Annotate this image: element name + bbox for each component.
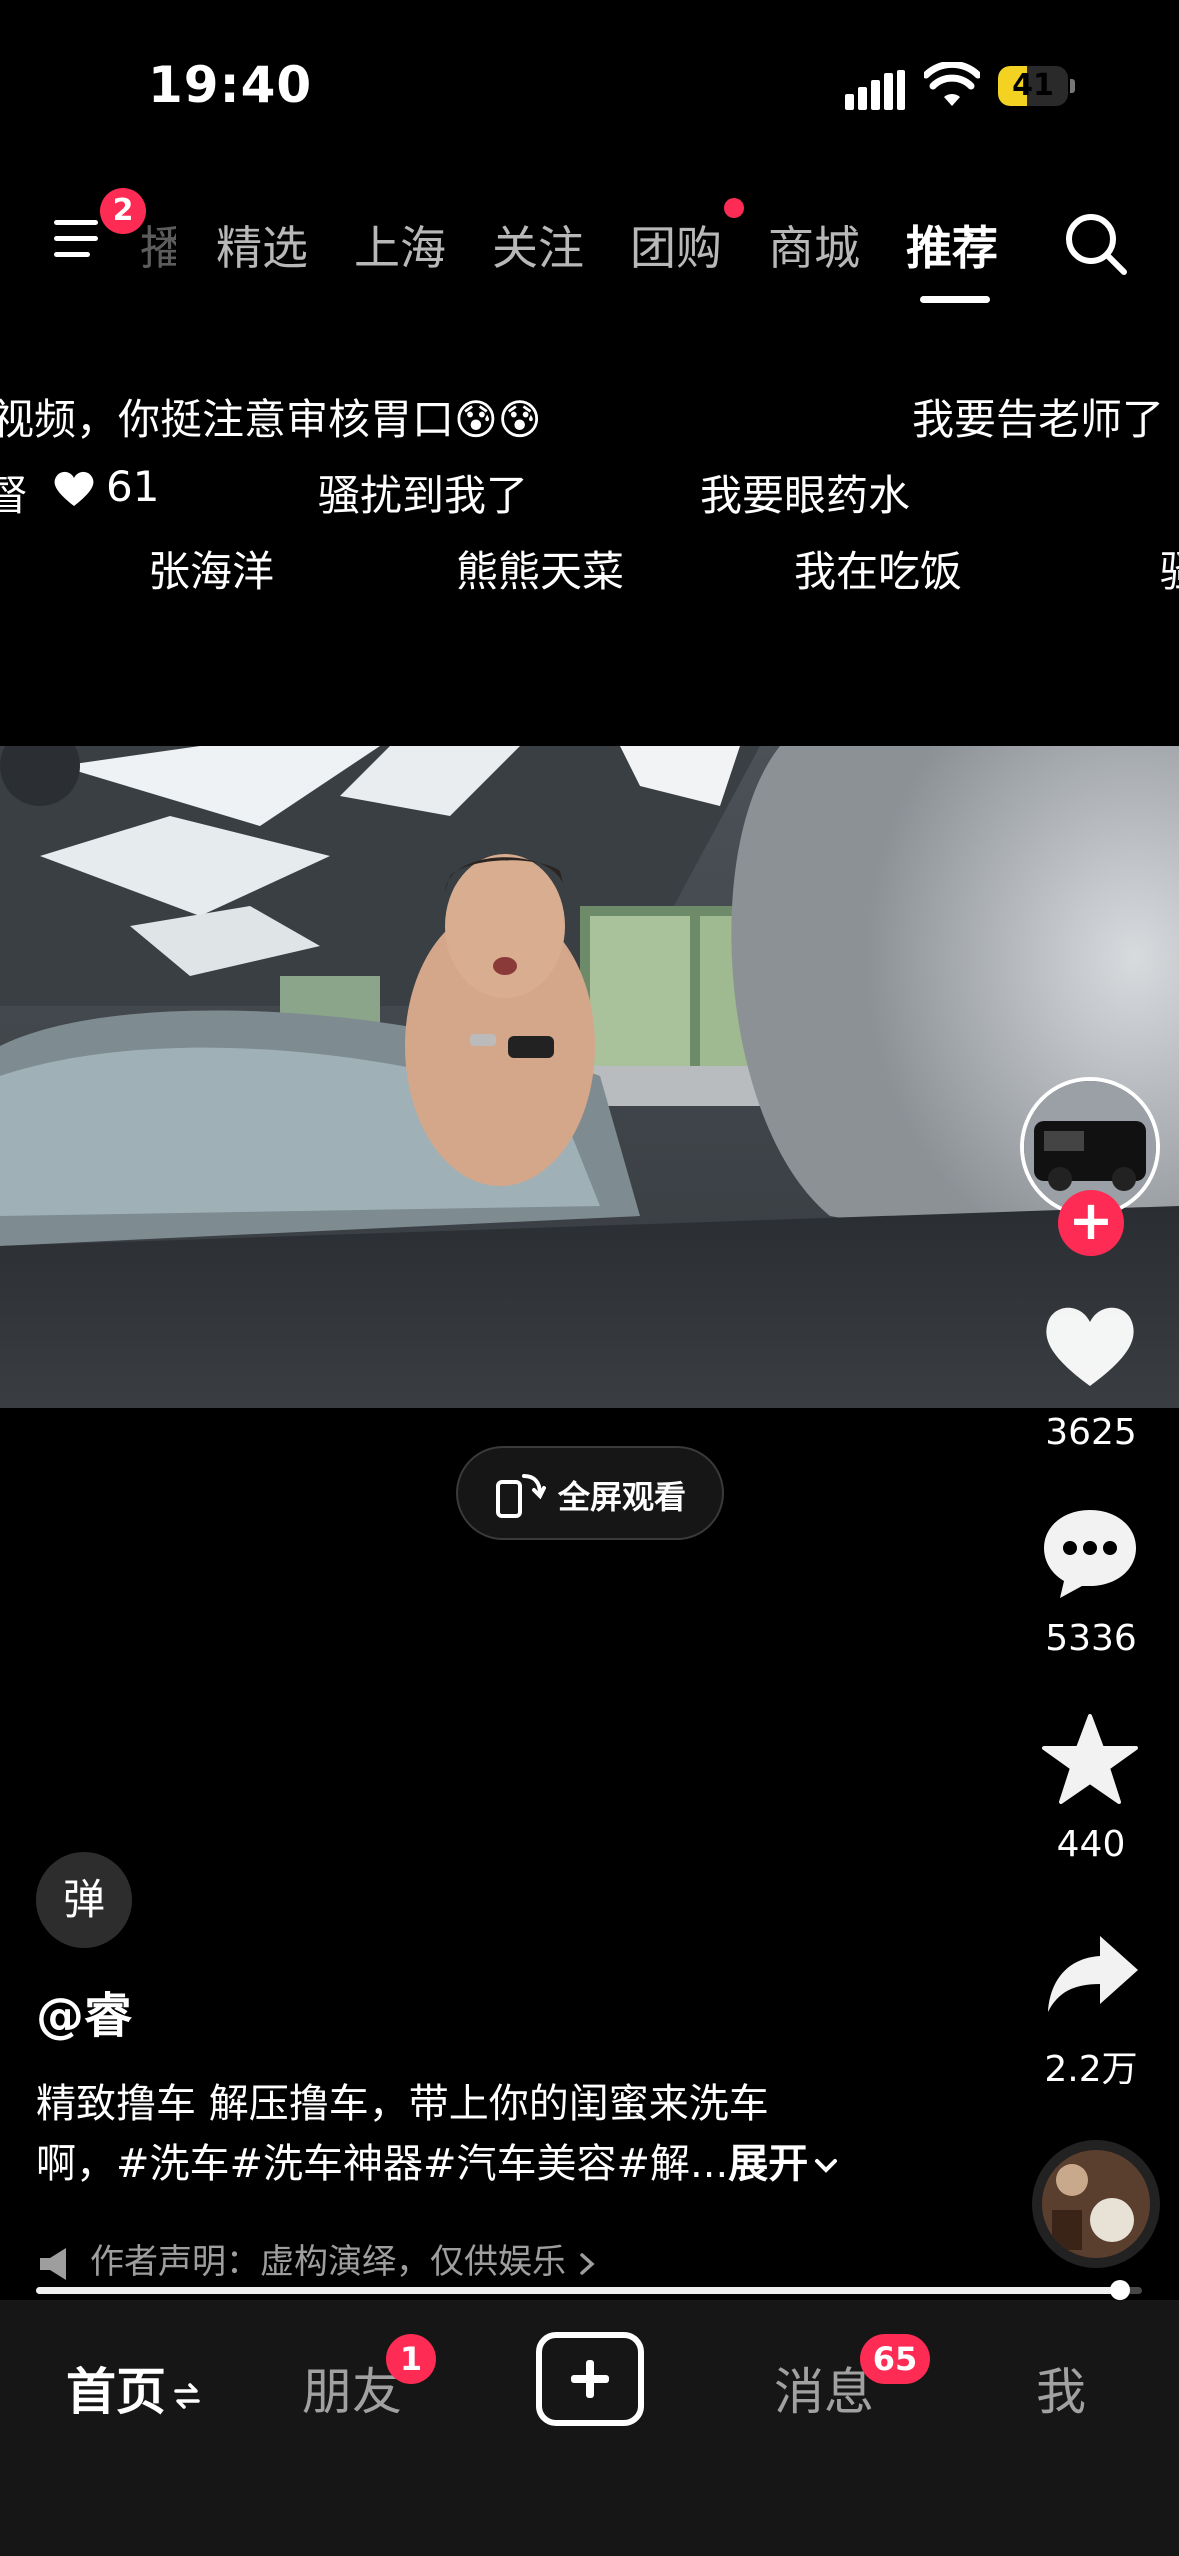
danmaku-comment: 视频，你挺注意审核胃口😰😰 <box>0 395 542 444</box>
danmaku-likes: 61 <box>106 462 160 511</box>
megaphone-icon <box>40 2247 66 2280</box>
favorite-icon[interactable] <box>1040 1712 1140 1808</box>
wifi-icon <box>924 62 980 106</box>
follow-button[interactable]: + <box>1058 1190 1124 1256</box>
tab-group-buy[interactable]: 团购 <box>630 212 722 278</box>
heart-icon <box>54 471 94 506</box>
caption-line-1: 精致撸车 解压撸车，带上你的闺蜜来洗车 <box>36 2081 769 2127</box>
battery-level: 41 <box>1012 68 1054 103</box>
status-time: 19:40 <box>148 56 313 114</box>
video-player[interactable] <box>0 746 1179 1408</box>
author-name[interactable]: @睿 <box>36 1976 132 2046</box>
switch-icon <box>174 2382 200 2409</box>
messages-badge: 65 <box>860 2334 930 2384</box>
search-icon[interactable] <box>1062 210 1130 278</box>
favorite-count: 440 <box>1056 1824 1126 1865</box>
expand-button[interactable]: 展开 <box>728 2141 808 2187</box>
share-count: 2.2万 <box>1044 2049 1138 2090</box>
video-frame <box>0 746 1179 1408</box>
danmaku-comment: 骚扰到我了 <box>318 471 529 520</box>
chevron-down-icon[interactable] <box>812 2152 840 2180</box>
comment-icon[interactable] <box>1040 1506 1140 1600</box>
tab-featured[interactable]: 精选 <box>216 212 308 278</box>
danmaku-comment: 督 <box>0 471 29 520</box>
comment-count: 5336 <box>1045 1618 1137 1659</box>
danmaku-comment: 熊熊天菜 <box>456 547 625 596</box>
like-count: 3625 <box>1045 1412 1137 1453</box>
author-statement[interactable]: 作者声明：虚构演绎，仅供娱乐 <box>36 2234 598 2283</box>
nav-messages[interactable]: 消息 <box>774 2352 874 2424</box>
fullscreen-button[interactable]: 全屏观看 <box>456 1446 724 1540</box>
like-icon[interactable] <box>1040 1300 1140 1390</box>
tab-recommend[interactable]: 推荐 <box>906 212 998 278</box>
tab-live[interactable]: 播 <box>140 212 176 278</box>
signal-icon <box>845 70 905 110</box>
progress-fill <box>36 2287 1120 2294</box>
progress-handle[interactable] <box>1110 2280 1130 2300</box>
danmaku-comment: 我要眼药水 <box>700 471 911 520</box>
chevron-right-icon <box>580 2252 595 2275</box>
nav-home-label: 首页 <box>66 2363 166 2421</box>
fullscreen-label: 全屏观看 <box>558 1478 687 1516</box>
nav-me[interactable]: 我 <box>1036 2352 1086 2424</box>
music-cover <box>1042 2150 1150 2258</box>
share-icon[interactable] <box>1044 1932 1140 2016</box>
danmaku-toggle-button[interactable]: 弹 <box>36 1852 132 1948</box>
active-tab-indicator <box>920 296 990 303</box>
caption: 精致撸车 解压撸车，带上你的闺蜜来洗车 啊，#洗车#洗车神器#汽车美容#解...… <box>36 2074 896 2194</box>
friends-badge: 1 <box>386 2334 436 2384</box>
tab-shanghai[interactable]: 上海 <box>354 212 446 278</box>
tab-mall[interactable]: 商城 <box>768 212 860 278</box>
caption-line-2: 啊，#洗车#洗车神器#汽车美容#解... <box>36 2141 729 2187</box>
danmaku-comment: 我在吃饭 <box>794 547 963 596</box>
plus-icon <box>571 2360 609 2398</box>
danmaku-comment: 我要告老师了 <box>912 395 1165 444</box>
nav-home[interactable]: 首页 <box>66 2352 202 2424</box>
rotate-screen-icon <box>496 1474 546 1518</box>
create-button[interactable] <box>536 2332 644 2426</box>
group-buy-dot <box>724 198 744 218</box>
tab-following[interactable]: 关注 <box>492 212 584 278</box>
battery-indicator: 41 <box>998 66 1075 106</box>
statement-text: 作者声明：虚构演绎，仅供娱乐 <box>90 2242 566 2282</box>
danmaku-comment: 张海洋 <box>148 547 275 596</box>
music-disc[interactable] <box>1032 2140 1160 2268</box>
danmaku-comment: 骚 <box>1160 538 1179 599</box>
